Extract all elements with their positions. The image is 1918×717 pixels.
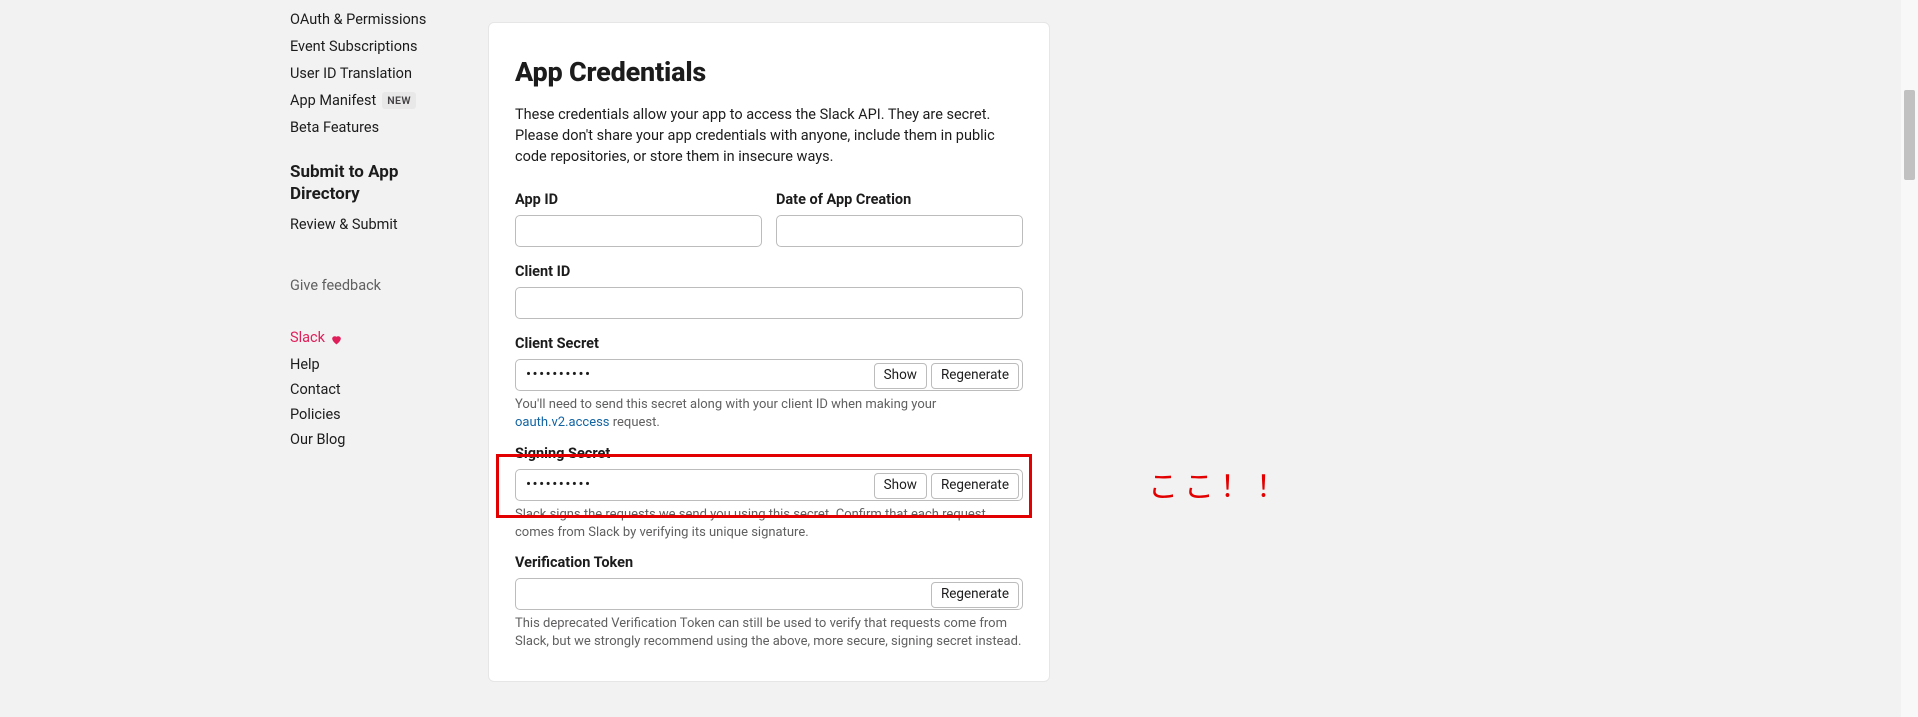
label-verification-token: Verification Token [515, 552, 1023, 573]
field-verification-token: Verification Token Regenerate This depre… [515, 552, 1023, 651]
label-date-created: Date of App Creation [776, 189, 1023, 210]
verification-token-value [516, 579, 928, 609]
give-feedback-link[interactable]: Give feedback [290, 272, 470, 299]
client-secret-actions: Show Regenerate [871, 360, 1022, 390]
date-created-input[interactable] [776, 215, 1023, 247]
label-signing-secret: Signing Secret [515, 443, 1023, 464]
client-secret-show-button[interactable]: Show [874, 363, 927, 389]
app-credentials-panel: App Credentials These credentials allow … [488, 22, 1050, 682]
scrollbar[interactable] [1901, 0, 1918, 717]
new-badge: NEW [382, 92, 416, 109]
sidebar-item-label: OAuth & Permissions [290, 9, 426, 30]
signing-secret-hint: Slack signs the requests we send you usi… [515, 506, 1023, 542]
date-created-value [777, 216, 1022, 246]
slack-love-label: Slack [290, 327, 325, 348]
sidebar-section-submit: Submit to App Directory [290, 161, 470, 205]
footer-policies[interactable]: Policies [290, 402, 470, 427]
label-client-id: Client ID [515, 261, 1023, 282]
signing-secret-show-button[interactable]: Show [874, 473, 927, 499]
client-secret-hint: You'll need to send this secret along wi… [515, 396, 1023, 432]
verification-token-hint: This deprecated Verification Token can s… [515, 615, 1023, 651]
sidebar-item-review-submit[interactable]: Review & Submit [290, 211, 470, 238]
sidebar-item-label: Review & Submit [290, 216, 398, 233]
client-id-value [516, 288, 1022, 318]
signing-secret-value: •••••••••• [516, 470, 871, 500]
field-app-id: App ID [515, 189, 762, 247]
sidebar-item-label: App Manifest [290, 90, 376, 111]
page-title: App Credentials [515, 53, 1023, 92]
sidebar-item-label: Event Subscriptions [290, 36, 417, 57]
sidebar-item-label: User ID Translation [290, 63, 412, 84]
page-description: These credentials allow your app to acce… [515, 104, 1023, 167]
sidebar-item-event-subscriptions[interactable]: Event Subscriptions [290, 33, 470, 60]
verification-token-regenerate-button[interactable]: Regenerate [931, 582, 1019, 608]
field-signing-secret: Signing Secret •••••••••• Show Regenerat… [515, 443, 1023, 542]
sidebar-item-oauth[interactable]: OAuth & Permissions [290, 6, 470, 33]
client-id-input[interactable] [515, 287, 1023, 319]
verification-token-input[interactable]: Regenerate [515, 578, 1023, 610]
client-secret-value: •••••••••• [516, 360, 871, 390]
app-id-input[interactable] [515, 215, 762, 247]
footer-help[interactable]: Help [290, 352, 470, 377]
sidebar-item-beta-features[interactable]: Beta Features [290, 114, 470, 141]
footer-blog[interactable]: Our Blog [290, 427, 470, 452]
annotation-text: ここ！！ [1148, 466, 1292, 510]
sidebar-item-user-id-translation[interactable]: User ID Translation [290, 60, 470, 87]
sidebar: OAuth & Permissions Event Subscriptions … [290, 0, 470, 452]
field-client-id: Client ID [515, 261, 1023, 319]
signing-secret-input[interactable]: •••••••••• Show Regenerate [515, 469, 1023, 501]
footer-contact[interactable]: Contact [290, 377, 470, 402]
sidebar-item-app-manifest[interactable]: App Manifest NEW [290, 87, 470, 114]
app-id-value [516, 216, 761, 246]
signing-secret-regenerate-button[interactable]: Regenerate [931, 473, 1019, 499]
sidebar-item-label: Give feedback [290, 277, 381, 294]
signing-secret-actions: Show Regenerate [871, 470, 1022, 500]
oauth-access-link[interactable]: oauth.v2.access [515, 415, 610, 430]
label-client-secret: Client Secret [515, 333, 1023, 354]
client-secret-regenerate-button[interactable]: Regenerate [931, 363, 1019, 389]
client-secret-input[interactable]: •••••••••• Show Regenerate [515, 359, 1023, 391]
sidebar-item-label: Beta Features [290, 117, 379, 138]
sidebar-footer: Help Contact Policies Our Blog [290, 352, 470, 452]
label-app-id: App ID [515, 189, 762, 210]
field-date-created: Date of App Creation [776, 189, 1023, 247]
scrollbar-thumb[interactable] [1904, 90, 1915, 180]
verification-token-actions: Regenerate [928, 579, 1022, 609]
heart-icon [330, 331, 343, 344]
field-client-secret: Client Secret •••••••••• Show Regenerate… [515, 333, 1023, 432]
slack-love-link[interactable]: Slack [290, 327, 470, 348]
